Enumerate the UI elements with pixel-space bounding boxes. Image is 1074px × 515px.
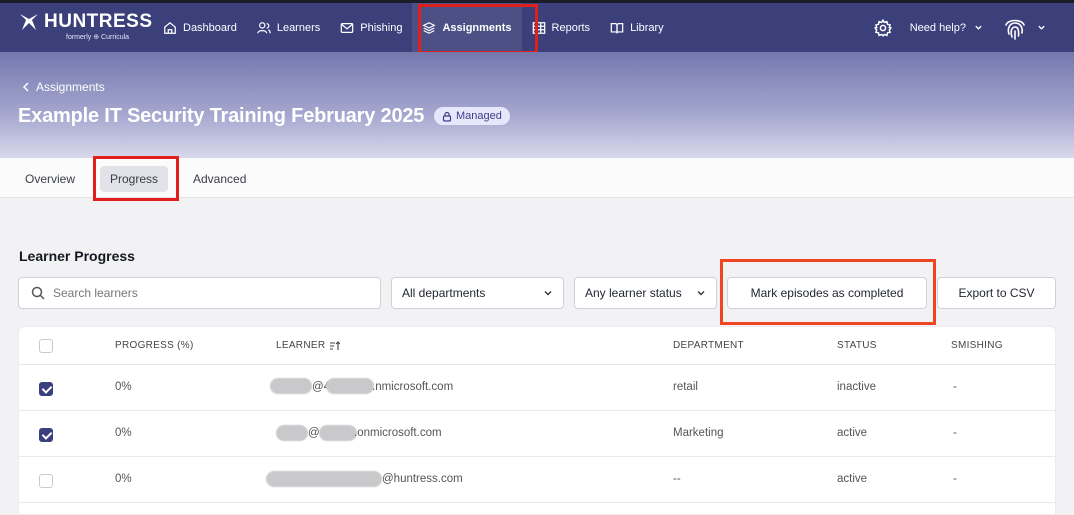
top-right-controls: Need help? [873, 3, 1046, 52]
table-icon [532, 21, 545, 34]
export-csv-button[interactable]: Export to CSV [937, 277, 1056, 309]
status-cell: active [837, 427, 868, 439]
search-icon [31, 286, 45, 300]
page-header: Assignments Example IT Security Training… [0, 52, 1074, 158]
department-cell: Marketing [673, 427, 724, 439]
nav-learners[interactable]: Learners [247, 3, 330, 52]
progress-cell: 0% [115, 427, 132, 439]
status-select[interactable]: Any learner status [574, 277, 717, 309]
tab-progress[interactable]: Progress [100, 166, 169, 192]
learner-cell-part: @ [308, 427, 320, 439]
redacted-text [276, 425, 308, 441]
search-input[interactable] [53, 286, 353, 300]
users-icon [257, 21, 271, 33]
nav-dashboard[interactable]: Dashboard [153, 3, 247, 52]
table-row[interactable]: 0% @huntress.com -- active - [19, 457, 1055, 503]
learner-table: PROGRESS (%) LEARNER DEPARTMENT STATUS S… [18, 326, 1056, 515]
table-row[interactable]: 0% @4 .nmicrosoft.com retail inactive - [19, 365, 1055, 411]
select-all-checkbox[interactable] [39, 339, 53, 353]
book-icon [610, 22, 624, 33]
tab-overview[interactable]: Overview [15, 166, 85, 192]
nav-label: Learners [276, 21, 321, 34]
redacted-text [266, 471, 382, 487]
department-cell: -- [673, 473, 681, 485]
chevron-left-icon [22, 82, 29, 92]
nav-label: Library [630, 21, 664, 34]
redacted-text [270, 378, 312, 394]
brand-sub: formerly ⊕ Curricula [66, 34, 130, 41]
header-progress[interactable]: PROGRESS (%) [115, 340, 194, 351]
breadcrumb-label: Assignments [36, 80, 105, 94]
mark-completed-button[interactable]: Mark episodes as completed [727, 277, 927, 309]
redacted-text [326, 378, 374, 394]
smishing-cell: - [953, 473, 957, 485]
nav-label: Reports [551, 21, 591, 34]
badge-label: Managed [456, 110, 502, 122]
section-title: Learner Progress [19, 248, 135, 264]
nav-reports[interactable]: Reports [522, 3, 601, 52]
header-learner[interactable]: LEARNER [276, 340, 341, 351]
chevron-down-icon [975, 25, 982, 30]
chevron-down-icon [1038, 25, 1045, 30]
department-select[interactable]: All departments [391, 277, 564, 309]
nav-phishing[interactable]: Phishing [330, 3, 412, 52]
user-menu[interactable] [1001, 14, 1046, 42]
department-select-value: All departments [402, 286, 486, 300]
fingerprint-icon [1005, 19, 1025, 40]
department-cell: retail [673, 381, 698, 393]
main-nav: Dashboard Learners Phishing Assignments … [153, 3, 674, 52]
lock-icon [442, 111, 452, 122]
home-icon [164, 21, 176, 34]
progress-cell: 0% [115, 473, 132, 485]
row-checkbox[interactable] [39, 382, 53, 396]
huntress-logo-icon [20, 14, 38, 30]
nav-assignments[interactable]: Assignments [412, 3, 522, 52]
managed-badge: Managed [434, 107, 510, 125]
nav-label: Dashboard [183, 21, 237, 34]
nav-library[interactable]: Library [600, 3, 674, 52]
breadcrumb[interactable]: Assignments [22, 80, 105, 94]
layers-icon [422, 21, 437, 34]
mail-icon [340, 22, 354, 33]
nav-label: Assignments [442, 21, 512, 34]
sort-ascending-icon [330, 340, 341, 350]
progress-cell: 0% [115, 381, 132, 393]
header-status: STATUS [837, 340, 877, 351]
search-box[interactable] [18, 277, 381, 309]
brand-logo[interactable]: HUNTRESS formerly ⊕ Curricula [18, 11, 153, 41]
top-nav-bar: HUNTRESS formerly ⊕ Curricula Dashboard … [0, 0, 1074, 52]
nav-label: Phishing [360, 21, 403, 34]
need-help-label: Need help? [909, 21, 966, 34]
page-title: Example IT Security Training February 20… [18, 105, 425, 127]
chevron-down-icon [697, 291, 705, 296]
status-cell: inactive [837, 381, 876, 393]
learner-cell[interactable]: @huntress.com [382, 473, 463, 485]
gear-icon[interactable] [873, 18, 892, 37]
chevron-down-icon [544, 291, 552, 296]
row-checkbox[interactable] [39, 474, 53, 488]
row-checkbox[interactable] [39, 428, 53, 442]
need-help-menu[interactable]: Need help? [910, 22, 983, 34]
redacted-text [319, 425, 357, 441]
header-smishing: SMISHING [951, 340, 1003, 351]
status-select-value: Any learner status [585, 286, 682, 300]
tab-advanced[interactable]: Advanced [183, 166, 256, 192]
smishing-cell: - [953, 427, 957, 439]
learner-cell[interactable]: .nmicrosoft.com [372, 381, 453, 393]
learner-cell[interactable]: .onmicrosoft.com [354, 427, 442, 439]
table-row[interactable]: 0% @ .onmicrosoft.com Marketing active - [19, 411, 1055, 457]
brand-name: HUNTRESS [44, 11, 153, 32]
header-department: DEPARTMENT [673, 340, 744, 351]
smishing-cell: - [953, 381, 957, 393]
status-cell: active [837, 473, 868, 485]
tab-bar: Overview Progress Advanced [0, 158, 1074, 198]
table-header: PROGRESS (%) LEARNER DEPARTMENT STATUS S… [19, 327, 1055, 365]
